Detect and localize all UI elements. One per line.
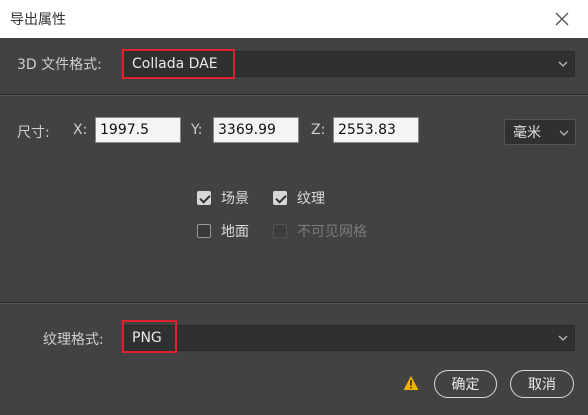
texture-label: 纹理 bbox=[297, 191, 325, 207]
window-title: 导出属性 bbox=[10, 12, 66, 28]
invisible-mesh-label: 不可见网格 bbox=[297, 224, 367, 240]
title-bar: 导出属性 bbox=[0, 0, 588, 38]
chevron-down-icon bbox=[558, 61, 568, 67]
ground-label: 地面 bbox=[221, 224, 249, 240]
texture-format-label: 纹理格式: bbox=[43, 332, 104, 348]
texture-checkbox[interactable]: 纹理 bbox=[273, 188, 325, 208]
scene-label: 场景 bbox=[221, 191, 249, 207]
unit-value: 毫米 bbox=[513, 125, 541, 141]
format-value: Collada DAE bbox=[132, 56, 218, 72]
chevron-down-icon bbox=[558, 335, 568, 341]
z-label: Z: bbox=[311, 122, 326, 138]
y-label: Y: bbox=[191, 122, 203, 138]
scene-check-icon[interactable] bbox=[197, 191, 211, 205]
x-value: 1997.5 bbox=[100, 122, 149, 138]
invisible-mesh-check-icon bbox=[273, 224, 287, 238]
y-value: 3369.99 bbox=[218, 122, 276, 138]
warning-icon bbox=[403, 375, 419, 391]
x-input[interactable]: 1997.5 bbox=[95, 117, 181, 143]
ground-checkbox[interactable]: 地面 bbox=[197, 221, 249, 241]
z-value: 2553.83 bbox=[338, 122, 396, 138]
texture-format-value: PNG bbox=[132, 330, 162, 346]
chevron-down-icon bbox=[559, 130, 569, 136]
close-icon[interactable] bbox=[552, 9, 572, 29]
format-label: 3D 文件格式: bbox=[17, 57, 102, 73]
texture-format-select[interactable]: PNG bbox=[123, 325, 575, 351]
format-select[interactable]: Collada DAE bbox=[123, 51, 575, 77]
scene-checkbox[interactable]: 场景 bbox=[197, 188, 249, 208]
z-input[interactable]: 2553.83 bbox=[333, 117, 419, 143]
size-label: 尺寸: bbox=[17, 125, 50, 141]
x-label: X: bbox=[73, 122, 88, 138]
ok-button[interactable]: 确定 bbox=[434, 370, 497, 398]
y-input[interactable]: 3369.99 bbox=[213, 117, 299, 143]
texture-check-icon[interactable] bbox=[273, 191, 287, 205]
invisible-mesh-checkbox: 不可见网格 bbox=[273, 221, 367, 241]
cancel-button[interactable]: 取消 bbox=[510, 370, 574, 398]
ground-check-icon[interactable] bbox=[197, 224, 211, 238]
unit-select[interactable]: 毫米 bbox=[504, 119, 576, 145]
